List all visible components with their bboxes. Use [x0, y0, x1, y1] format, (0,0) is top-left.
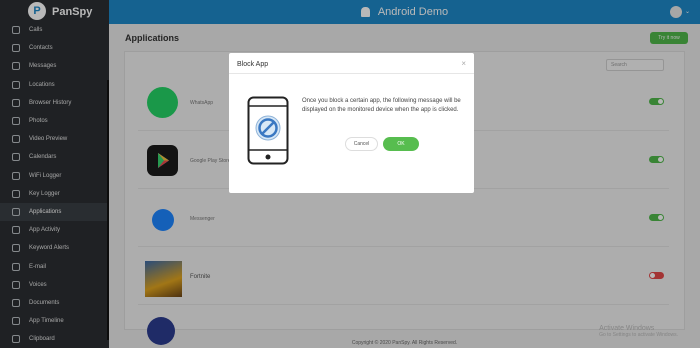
- close-icon[interactable]: ×: [461, 59, 466, 68]
- blocked-phone-icon: [247, 96, 289, 165]
- ok-button[interactable]: OK: [383, 137, 419, 151]
- dialog-divider: [229, 73, 474, 74]
- dialog-title: Block App: [237, 61, 269, 68]
- cancel-button[interactable]: Cancel: [345, 137, 378, 151]
- dialog-message: Once you block a certain app, the follow…: [302, 98, 461, 113]
- block-app-dialog: Block App × Once you block a certain app…: [229, 53, 474, 193]
